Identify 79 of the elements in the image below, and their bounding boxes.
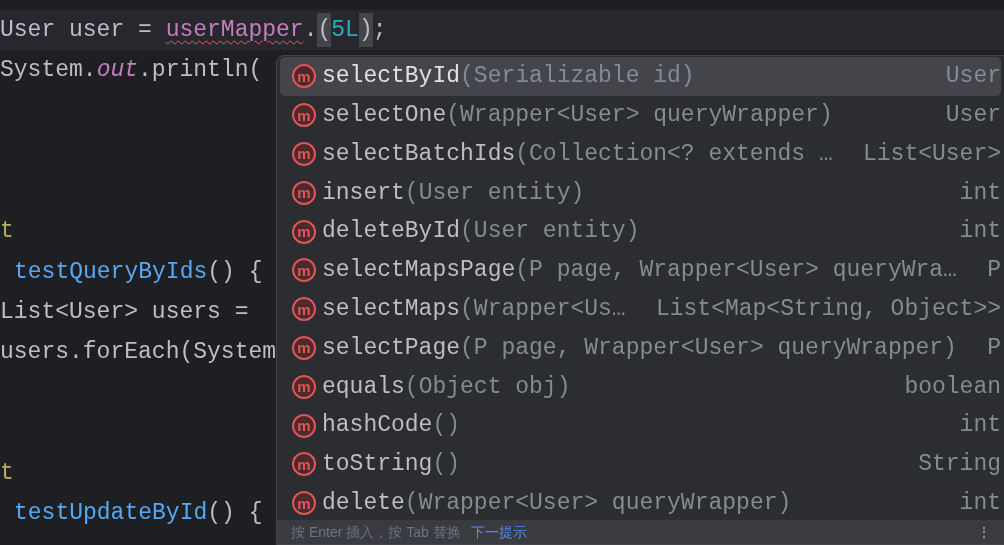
- completion-item[interactable]: m selectMapsPage(P page, Wrapper<User> queryWra… P: [280, 251, 1001, 290]
- code-text: List<User> users =: [0, 297, 250, 327]
- completion-item[interactable]: m deleteById(User entity) int: [280, 212, 1001, 251]
- method-badge: m: [292, 413, 316, 438]
- method-name: selectById: [322, 62, 461, 92]
- method-badge: m: [292, 452, 316, 477]
- method-badge: m: [292, 297, 316, 322]
- return-type: int: [959, 488, 1001, 518]
- return-type: int: [959, 217, 1001, 247]
- matched-paren: ): [358, 12, 373, 48]
- return-type: String: [918, 450, 1001, 480]
- method-name: insert: [322, 178, 405, 208]
- method-badge: m: [292, 103, 316, 128]
- method-badge: m: [292, 180, 316, 205]
- code-text: System.: [0, 56, 97, 86]
- parameter-list: (P page, Wrapper<User> queryWra…: [515, 253, 957, 288]
- parameter-list: (Wrapper<User> queryWrapper): [446, 97, 833, 133]
- code-text: .println(: [138, 56, 263, 86]
- method-badge: m: [292, 491, 316, 516]
- method-name: testUpdateById: [14, 499, 208, 529]
- code-text: users.forEach(System: [0, 338, 277, 368]
- method-name: selectOne: [322, 100, 447, 130]
- parameter-list: (): [432, 408, 461, 443]
- method-name: selectMaps: [322, 294, 461, 324]
- completion-item[interactable]: m toString() String: [280, 444, 1001, 484]
- completion-item[interactable]: m selectPage(P page, Wrapper<User> queryWrapper) P: [280, 328, 1001, 368]
- completion-item[interactable]: m selectMaps(Wrapper<Us… List<Map<String, Object>>: [280, 289, 1001, 329]
- parameter-list: (Wrapper<Us…: [460, 291, 626, 327]
- method-badge: m: [292, 142, 316, 166]
- method-name: selectMapsPage: [322, 256, 516, 286]
- method-badge: m: [292, 258, 316, 283]
- field-reference: out: [96, 56, 139, 86]
- field-reference: userMapper: [165, 15, 304, 45]
- return-type: User: [945, 62, 1001, 92]
- code-text: ;: [372, 15, 387, 45]
- method-name: selectPage: [322, 333, 461, 363]
- parameter-list: (Serializable id): [460, 59, 695, 94]
- parameter-list: (): [432, 447, 461, 482]
- return-type: int: [959, 411, 1001, 441]
- parameter-list: (User entity): [460, 214, 640, 249]
- method-name: equals: [322, 372, 405, 402]
- method-name: testQueryByIds: [14, 257, 208, 287]
- parameter-list: (P page, Wrapper<User> queryWrapper): [460, 330, 957, 366]
- method-name: hashCode: [322, 411, 433, 441]
- method-name: deleteById: [322, 217, 461, 247]
- method-name: selectBatchIds: [322, 139, 516, 169]
- method-name: toString: [322, 450, 433, 480]
- parameter-list: (Collection<? extends …: [515, 136, 833, 172]
- completion-item[interactable]: m insert(User entity) int: [280, 173, 1001, 213]
- code-text: User user =: [0, 15, 153, 45]
- method-badge: m: [292, 374, 316, 399]
- code-text: () {: [207, 499, 263, 529]
- method-badge: m: [292, 335, 316, 360]
- return-type: P: [987, 333, 1001, 363]
- method-name: delete: [322, 488, 405, 518]
- matched-paren: (: [317, 12, 332, 48]
- code-text: .: [303, 15, 318, 45]
- return-type: List<User>: [862, 139, 1001, 169]
- completion-item[interactable]: m selectOne(Wrapper<User> queryWrapper) User: [280, 95, 1001, 135]
- completion-item[interactable]: m selectBatchIds(Collection<? extends … List<User>: [280, 134, 1001, 174]
- annotation-text: t: [0, 217, 14, 247]
- method-badge: m: [292, 64, 316, 89]
- parameter-list: (Wrapper<User> queryWrapper): [404, 485, 792, 520]
- method-badge: m: [292, 219, 316, 244]
- return-type: P: [987, 256, 1001, 286]
- completion-item[interactable]: m delete(Wrapper<User> queryWrapper) int: [280, 483, 1001, 520]
- return-type: List<Map<String, Object>>: [655, 294, 1001, 324]
- return-type: boolean: [904, 372, 1001, 402]
- completion-item[interactable]: m equals(Object obj) boolean: [280, 367, 1001, 407]
- parameter-list: (User entity): [404, 175, 585, 211]
- number-literal: 5L: [331, 15, 359, 45]
- return-type: int: [959, 178, 1001, 208]
- annotation-text: t: [0, 459, 14, 489]
- parameter-list: (Object obj): [404, 369, 571, 404]
- hint-text: 按 Enter 插入，按 Tab 替换: [291, 522, 461, 542]
- code-text: () {: [207, 257, 263, 287]
- completion-item[interactable]: m selectById(Serializable id) User: [280, 57, 1001, 96]
- completion-item[interactable]: m hashCode() int: [280, 406, 1001, 445]
- return-type: User: [945, 100, 1001, 130]
